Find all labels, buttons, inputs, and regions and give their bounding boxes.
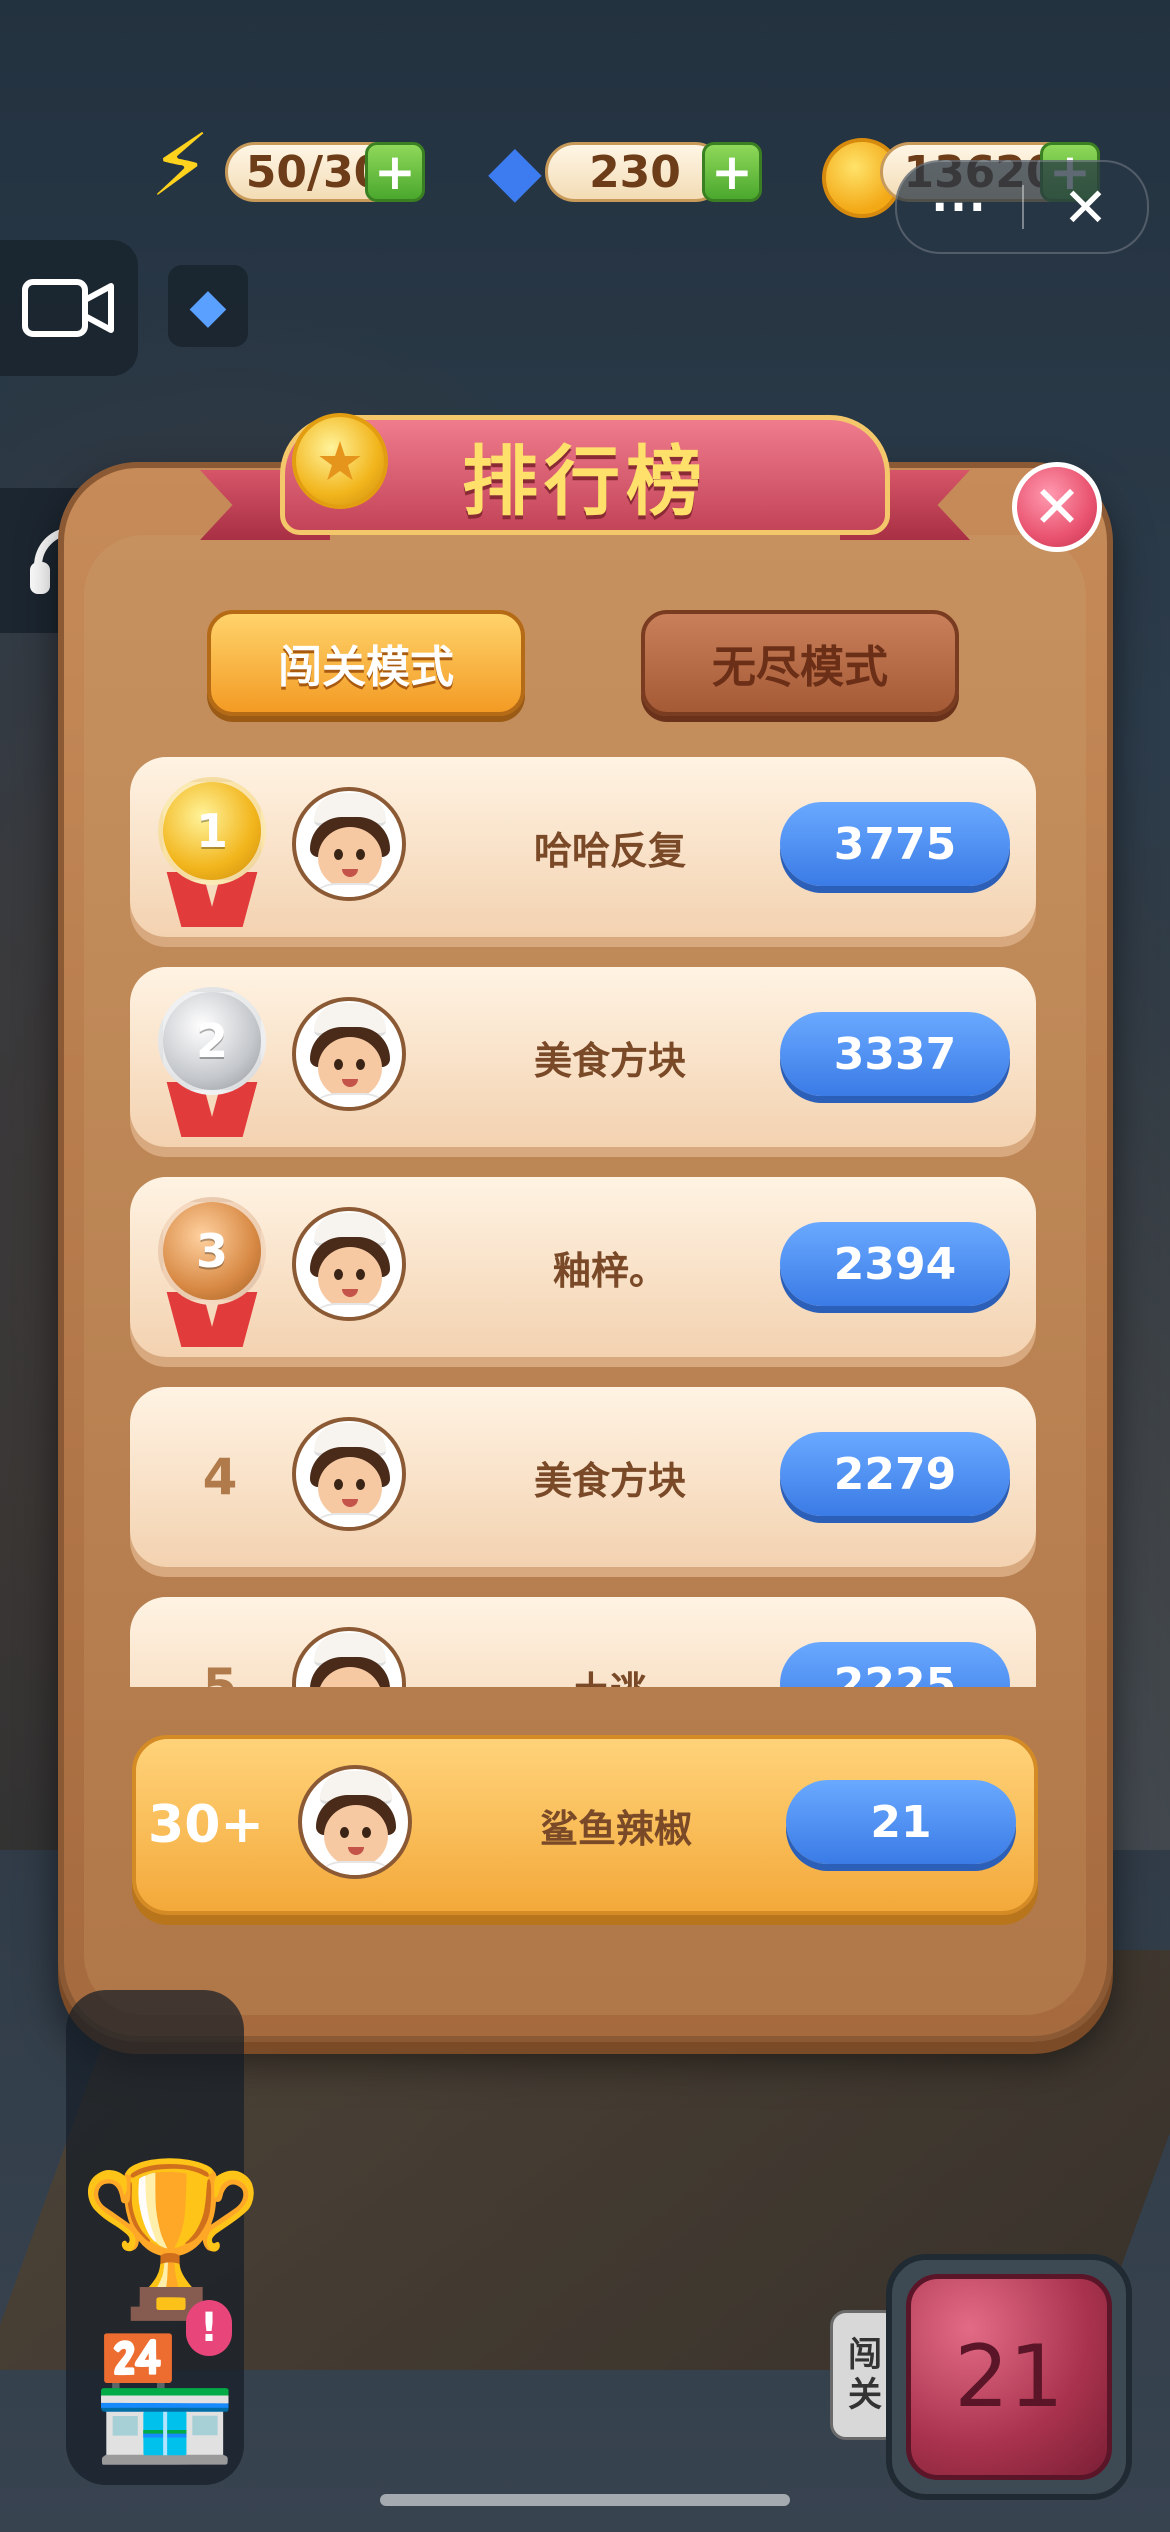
my-player-name: 鲨鱼辣椒 — [539, 1806, 692, 1851]
player-score: 2225 — [780, 1642, 1010, 1687]
rank-number: 1 — [158, 777, 266, 885]
leaderboard-row: 4 美食方块 2279 — [130, 1387, 1036, 1567]
player-name: 美食方块 — [533, 1458, 686, 1503]
my-rank-number: 30+ — [148, 1795, 264, 1855]
player-score: 3775 — [780, 802, 1010, 886]
lightning-icon: ⚡ — [150, 116, 211, 216]
close-icon: ✕ — [1032, 473, 1082, 541]
player-score: 3337 — [780, 1012, 1010, 1096]
gem-value: 230 — [545, 142, 725, 202]
notification-badge-icon: ! — [186, 2300, 232, 2356]
leaderboard-row: 2 美食方块 3337 — [130, 967, 1036, 1147]
add-gems-button[interactable]: + — [702, 142, 762, 202]
chef-avatar — [292, 1627, 406, 1687]
leaderboard-list[interactable]: 1 哈哈反复 3775 2 美食方块 3337 3 釉梓。 2394 4 美食方… — [130, 752, 1040, 1687]
rank-number: 3 — [158, 1197, 266, 1305]
tab-endless-mode[interactable]: 无尽模式 — [641, 610, 959, 716]
player-name: 美食方块 — [533, 1038, 686, 1083]
bronze-medal-icon: 3 — [152, 1197, 272, 1347]
add-energy-button[interactable]: + — [365, 142, 425, 202]
video-camera-icon — [22, 279, 114, 337]
level-number: 21 — [906, 2274, 1112, 2480]
rank-number: 4 — [202, 1448, 238, 1506]
chef-avatar — [298, 1765, 412, 1879]
player-name: 釉梓。 — [552, 1248, 667, 1293]
leaderboard-row: 3 釉梓。 2394 — [130, 1177, 1036, 1357]
video-reward-button[interactable] — [0, 240, 138, 376]
gold-medal-icon: 1 — [152, 777, 272, 927]
chef-avatar — [292, 1417, 406, 1531]
gem-reward-bubble[interactable]: ◆ — [168, 265, 248, 347]
chef-avatar — [292, 787, 406, 901]
leaderboard-row: 1 哈哈反复 3775 — [130, 757, 1036, 937]
rank-number: 2 — [158, 987, 266, 1095]
close-leaderboard-button[interactable]: ✕ — [1012, 462, 1102, 552]
star-medal-icon: ★ — [292, 413, 388, 509]
home-indicator[interactable] — [380, 2494, 790, 2506]
diamond-icon: ◆ — [488, 129, 542, 211]
more-options-button[interactable]: ··· — [897, 182, 1022, 233]
player-name: 土逃 — [460, 1597, 760, 1688]
start-level-button[interactable]: 21 — [886, 2254, 1132, 2500]
player-score: 2394 — [780, 1222, 1010, 1306]
chef-avatar — [292, 1207, 406, 1321]
close-mini-program-button[interactable]: ✕ — [1024, 176, 1147, 239]
mini-program-capsule: ··· ✕ — [895, 160, 1149, 254]
player-name: 哈哈反复 — [533, 828, 686, 873]
leaderboard-row: 5 土逃 2225 — [130, 1597, 1036, 1687]
silver-medal-icon: 2 — [152, 987, 272, 1137]
trophy-icon[interactable]: 🏆 — [78, 2160, 265, 2320]
rank-number: 5 — [202, 1658, 238, 1687]
player-score: 2279 — [780, 1432, 1010, 1516]
my-rank-row: 30+ 鲨鱼辣椒 21 — [132, 1735, 1038, 1915]
chef-avatar — [292, 997, 406, 1111]
my-player-score: 21 — [786, 1780, 1016, 1864]
tab-level-mode[interactable]: 闯关模式 — [207, 610, 525, 716]
leaderboard-title: 排行榜 — [462, 437, 708, 526]
diamond-icon: ◆ — [189, 278, 227, 334]
